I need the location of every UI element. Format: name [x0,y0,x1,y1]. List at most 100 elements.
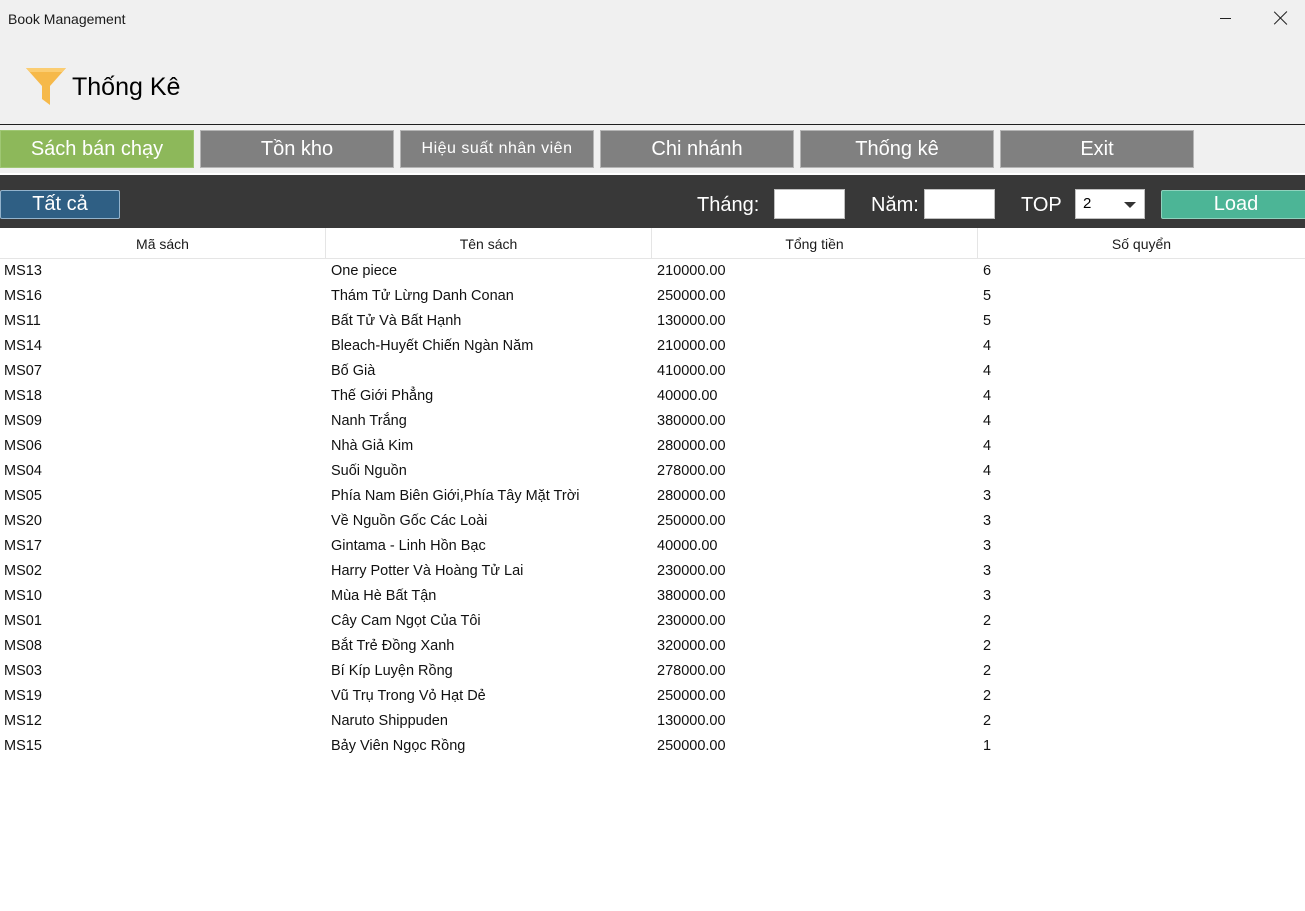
table-row[interactable]: MS03 Bí Kíp Luyện Rồng 278000.00 2 [0,659,1305,684]
cell-total: 210000.00 [657,263,726,279]
cell-book-id: MS20 [4,513,42,529]
cell-quantity: 3 [983,538,992,554]
top-select[interactable]: 2 [1075,189,1145,219]
cell-book-id: MS03 [4,663,42,679]
table-row[interactable]: MS15 Bảy Viên Ngọc Rồng 250000.00 1 [0,734,1305,759]
table-row[interactable]: MS02 Harry Potter Và Hoàng Tử Lai 230000.0… [0,559,1305,584]
cell-book-title: Bleach-Huyết Chiến Ngàn Năm [331,338,534,354]
cell-quantity: 4 [983,363,992,379]
column-header-total[interactable]: Tổng tiền [652,228,978,259]
column-header-book-id[interactable]: Mã sách [0,228,326,259]
cell-quantity: 4 [983,463,992,479]
cell-total: 230000.00 [657,563,726,579]
tab-exit[interactable]: Exit [1000,130,1194,168]
tab-statistics[interactable]: Thống kê [800,130,994,168]
close-button[interactable] [1258,0,1304,36]
cell-quantity: 2 [983,663,992,679]
cell-quantity: 3 [983,488,992,504]
minimize-icon [1219,17,1231,19]
cell-book-id: MS15 [4,738,42,754]
cell-book-title: Bất Tử Và Bất Hạnh [331,313,462,329]
cell-book-title: One piece [331,263,398,279]
minimize-button[interactable] [1202,0,1248,36]
cell-book-title: Bố Già [331,363,376,379]
funnel-icon [26,68,66,105]
cell-book-id: MS07 [4,363,42,379]
cell-total: 230000.00 [657,613,726,629]
table-row[interactable]: MS18 Thế Giới Phẳng 40000.00 4 [0,384,1305,409]
top-select-value: 2 [1083,195,1092,212]
table-row[interactable]: MS16 Thám Tử Lừng Danh Conan 250000.00 5 [0,284,1305,309]
load-button[interactable]: Load [1161,190,1305,219]
cell-quantity: 6 [983,263,992,279]
column-header-book-title[interactable]: Tên sách [326,228,652,259]
table-row[interactable]: MS08 Bắt Trẻ Đồng Xanh 320000.00 2 [0,634,1305,659]
cell-book-title: Vũ Trụ Trong Vỏ Hạt Dẻ [331,688,486,704]
cell-total: 278000.00 [657,663,726,679]
cell-quantity: 3 [983,588,992,604]
table-row[interactable]: MS09 Nanh Trắng 380000.00 4 [0,409,1305,434]
month-input[interactable] [774,189,845,219]
table-body: MS13 One piece 210000.00 6 MS16 Thám Tử Lừng … [0,259,1305,759]
cell-total: 380000.00 [657,588,726,604]
cell-book-id: MS19 [4,688,42,704]
cell-book-id: MS13 [4,263,42,279]
cell-book-title: Naruto Shippuden [331,713,448,729]
cell-quantity: 2 [983,688,992,704]
cell-book-id: MS17 [4,538,42,554]
tab-branches[interactable]: Chi nhánh [600,130,794,168]
table-row[interactable]: MS06 Nhà Giả Kim 280000.00 4 [0,434,1305,459]
table-row[interactable]: MS19 Vũ Trụ Trong Vỏ Hạt Dẻ 250000.00 2 [0,684,1305,709]
cell-book-id: MS04 [4,463,42,479]
tab-staff-performance[interactable]: Hiệu suất nhân viên [400,130,594,168]
table-row[interactable]: MS20 Về Nguồn Gốc Các Loài 250000.00 3 [0,509,1305,534]
tab-inventory[interactable]: Tồn kho [200,130,394,168]
cell-book-title: Thế Giới Phẳng [331,388,434,404]
column-header-quantity[interactable]: Số quyển [978,228,1305,259]
cell-book-title: Gintama - Linh Hồn Bạc [331,538,486,554]
cell-total: 280000.00 [657,488,726,504]
page-header: Thống Kê [0,36,1305,124]
cell-total: 280000.00 [657,438,726,454]
cell-total: 210000.00 [657,338,726,354]
cell-book-title: Nanh Trắng [331,413,407,429]
cell-book-title: Thám Tử Lừng Danh Conan [331,288,514,304]
cell-total: 380000.00 [657,413,726,429]
cell-total: 250000.00 [657,513,726,529]
cell-total: 250000.00 [657,288,726,304]
book-management-window: Book Management Thống Kê Sách bán chạy T… [0,0,1305,911]
cell-quantity: 4 [983,413,992,429]
close-icon [1274,11,1288,25]
year-input[interactable] [924,189,995,219]
top-label: TOP [1021,194,1062,216]
table-row[interactable]: MS11 Bất Tử Và Bất Hạnh 130000.00 5 [0,309,1305,334]
cell-quantity: 4 [983,438,992,454]
cell-quantity: 3 [983,513,992,529]
table-row[interactable]: MS12 Naruto Shippuden 130000.00 2 [0,709,1305,734]
window-title: Book Management [8,11,126,27]
cell-quantity: 5 [983,288,992,304]
table-row[interactable]: MS07 Bố Già 410000.00 4 [0,359,1305,384]
cell-book-title: Suối Nguồn [331,463,407,479]
tab-best-sellers[interactable]: Sách bán chạy [0,130,194,168]
table-row[interactable]: MS10 Mùa Hè Bất Tận 380000.00 3 [0,584,1305,609]
cell-total: 40000.00 [657,538,718,554]
cell-quantity: 1 [983,738,992,754]
cell-book-id: MS16 [4,288,42,304]
table-row[interactable]: MS14 Bleach-Huyết Chiến Ngàn Năm 210000.00… [0,334,1305,359]
cell-quantity: 4 [983,338,992,354]
title-bar: Book Management [0,0,1305,36]
table-row[interactable]: MS17 Gintama - Linh Hồn Bạc 40000.00 3 [0,534,1305,559]
cell-book-id: MS11 [4,313,41,329]
table-row[interactable]: MS05 Phía Nam Biên Giới,Phía Tây Mặt Trời… [0,484,1305,509]
table-row[interactable]: MS04 Suối Nguồn 278000.00 4 [0,459,1305,484]
cell-book-title: Cây Cam Ngọt Của Tôi [331,613,481,629]
year-label: Năm: [871,194,919,216]
all-button[interactable]: Tất cả [0,190,120,219]
table-row[interactable]: MS13 One piece 210000.00 6 [0,259,1305,284]
best-sellers-table: Mã sách Tên sách Tổng tiền Số quyển MS13… [0,228,1305,759]
cell-book-id: MS14 [4,338,42,354]
cell-total: 130000.00 [657,313,726,329]
cell-quantity: 4 [983,388,992,404]
table-row[interactable]: MS01 Cây Cam Ngọt Của Tôi 230000.00 2 [0,609,1305,634]
